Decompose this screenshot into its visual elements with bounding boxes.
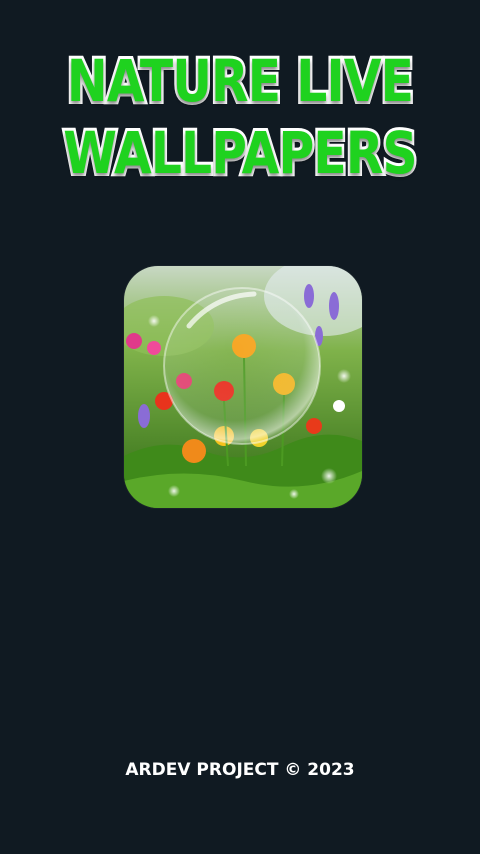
app-title-line-1: NATURE LIVE <box>64 47 416 115</box>
app-title-line-2: WALLPAPERS <box>61 119 420 187</box>
copyright-footer: ARDEV PROJECT © 2023 <box>125 760 355 780</box>
splash-screen: NATURE LIVE WALLPAPERS ARDEV PROJECT © 2… <box>0 0 480 854</box>
nature-bubble-app-icon <box>124 266 362 508</box>
